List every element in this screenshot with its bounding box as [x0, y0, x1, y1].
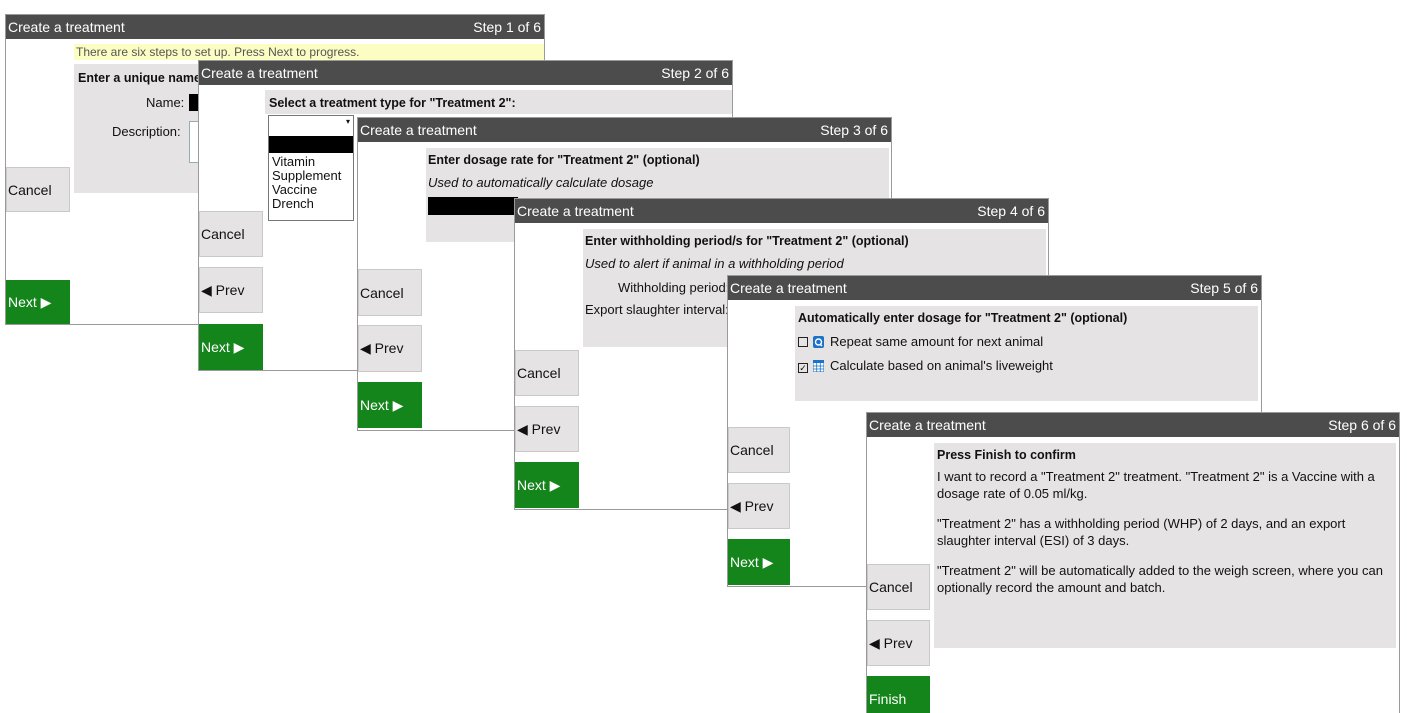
cancel-label: Cancel: [730, 442, 774, 458]
next-label: Next ▶: [201, 338, 245, 355]
option2-label: Calculate based on animal's liveweight: [830, 358, 1053, 373]
hint-bar: There are six steps to set up. Press Nex…: [74, 44, 544, 60]
window-title: Create a treatment: [201, 65, 318, 81]
window-title: Create a treatment: [730, 280, 847, 296]
prev-label: ◀ Prev: [360, 340, 404, 356]
step-indicator: Step 3 of 6: [820, 122, 888, 138]
prev-label: ◀ Prev: [201, 281, 245, 298]
window-title: Create a treatment: [8, 19, 125, 35]
prev-label: ◀ Prev: [517, 420, 561, 437]
title-bar: Create a treatment Step 2 of 6: [199, 61, 732, 85]
next-button[interactable]: Next ▶: [199, 324, 263, 370]
hint-text: There are six steps to set up. Press Nex…: [76, 45, 360, 59]
step-indicator: Step 1 of 6: [473, 19, 541, 35]
dosage-input[interactable]: [428, 197, 518, 215]
confirm-heading: Press Finish to confirm: [937, 448, 1076, 462]
selected-option[interactable]: [269, 136, 353, 153]
next-label: Next ▶: [8, 294, 52, 310]
window-title: Create a treatment: [360, 122, 477, 138]
treatment-type-select[interactable]: ▾ Vitamin Supplement Vaccine Drench: [268, 115, 354, 221]
cancel-button[interactable]: Cancel: [358, 269, 422, 316]
option-repeat-amount[interactable]: Repeat same amount for next animal: [798, 334, 1043, 349]
step-indicator: Step 2 of 6: [661, 65, 729, 81]
cancel-label: Cancel: [517, 365, 561, 381]
step6-window: Create a treatment Step 6 of 6 Press Fin…: [866, 412, 1400, 713]
summary-paragraph-2: "Treatment 2" has a withholding period (…: [937, 516, 1346, 548]
checkbox-checked[interactable]: ✓: [798, 363, 808, 373]
option-drench[interactable]: Drench: [272, 197, 341, 211]
cancel-button[interactable]: Cancel: [728, 427, 790, 473]
step-indicator: Step 6 of 6: [1328, 417, 1396, 433]
step-indicator: Step 5 of 6: [1190, 280, 1258, 296]
summary-paragraph-1: I want to record a "Treatment 2" treatme…: [937, 469, 1375, 501]
prev-button[interactable]: ◀ Prev: [358, 325, 422, 372]
next-button[interactable]: Next ▶: [358, 382, 422, 428]
finish-label: Finish: [869, 691, 907, 707]
name-heading: Enter a unique name: [78, 71, 201, 85]
auto-dosage-heading: Automatically enter dosage for "Treatmen…: [798, 311, 1128, 325]
window-title: Create a treatment: [517, 203, 634, 219]
withholding-subtitle: Used to alert if animal in a withholding…: [585, 256, 844, 271]
next-button[interactable]: Next ▶: [6, 280, 70, 324]
next-label: Next ▶: [517, 476, 561, 493]
option-vitamin[interactable]: Vitamin: [272, 155, 341, 169]
checkbox-unchecked[interactable]: [798, 337, 808, 347]
title-bar: Create a treatment Step 4 of 6: [515, 199, 1048, 223]
prev-label: ◀ Prev: [869, 634, 913, 651]
next-button[interactable]: Next ▶: [728, 539, 790, 585]
chevron-down-icon: ▾: [345, 117, 350, 126]
cancel-label: Cancel: [869, 579, 913, 595]
cancel-button[interactable]: Cancel: [867, 564, 930, 610]
option1-label: Repeat same amount for next animal: [830, 334, 1044, 349]
window-title: Create a treatment: [869, 417, 986, 433]
title-bar: Create a treatment Step 3 of 6: [358, 118, 891, 142]
cancel-label: Cancel: [201, 226, 245, 242]
name-label: Name:: [146, 95, 185, 110]
prev-button[interactable]: ◀ Prev: [515, 406, 579, 452]
prev-button[interactable]: ◀ Prev: [867, 620, 930, 666]
prev-button[interactable]: ◀ Prev: [728, 483, 790, 529]
step-indicator: Step 4 of 6: [977, 203, 1045, 219]
export-slaughter-label: Export slaughter interval:: [585, 302, 729, 317]
dosage-subtitle: Used to automatically calculate dosage: [428, 175, 654, 190]
next-button[interactable]: Next ▶: [515, 462, 579, 508]
option-list: Vitamin Supplement Vaccine Drench: [272, 155, 341, 211]
withholding-label: Withholding period:: [618, 280, 730, 295]
confirm-summary: I want to record a "Treatment 2" treatme…: [937, 468, 1393, 596]
title-bar: Create a treatment Step 5 of 6: [728, 276, 1261, 300]
type-heading: Select a treatment type for "Treatment 2…: [269, 96, 516, 110]
dosage-heading: Enter dosage rate for "Treatment 2" (opt…: [428, 153, 700, 167]
repeat-icon: [813, 336, 824, 348]
cancel-label: Cancel: [8, 181, 52, 198]
cancel-button[interactable]: Cancel: [199, 211, 263, 257]
calculator-grid-icon: [813, 360, 824, 372]
option-vaccine[interactable]: Vaccine: [272, 183, 341, 197]
description-label: Description:: [112, 124, 181, 139]
summary-paragraph-3: "Treatment 2" will be automatically adde…: [937, 563, 1383, 595]
withholding-heading: Enter withholding period/s for "Treatmen…: [585, 234, 909, 248]
finish-button[interactable]: Finish: [867, 676, 930, 713]
option-calculate-liveweight[interactable]: ✓ Calculate based on animal's liveweight: [798, 358, 1053, 373]
title-bar: Create a treatment Step 6 of 6: [867, 413, 1399, 437]
prev-button[interactable]: ◀ Prev: [199, 267, 263, 313]
next-label: Next ▶: [730, 553, 774, 570]
cancel-label: Cancel: [360, 284, 404, 301]
cancel-button[interactable]: Cancel: [515, 350, 579, 396]
next-label: Next ▶: [360, 396, 404, 413]
title-bar: Create a treatment Step 1 of 6: [6, 15, 544, 39]
option-supplement[interactable]: Supplement: [272, 169, 341, 183]
cancel-button[interactable]: Cancel: [6, 167, 70, 212]
prev-label: ◀ Prev: [730, 497, 774, 514]
